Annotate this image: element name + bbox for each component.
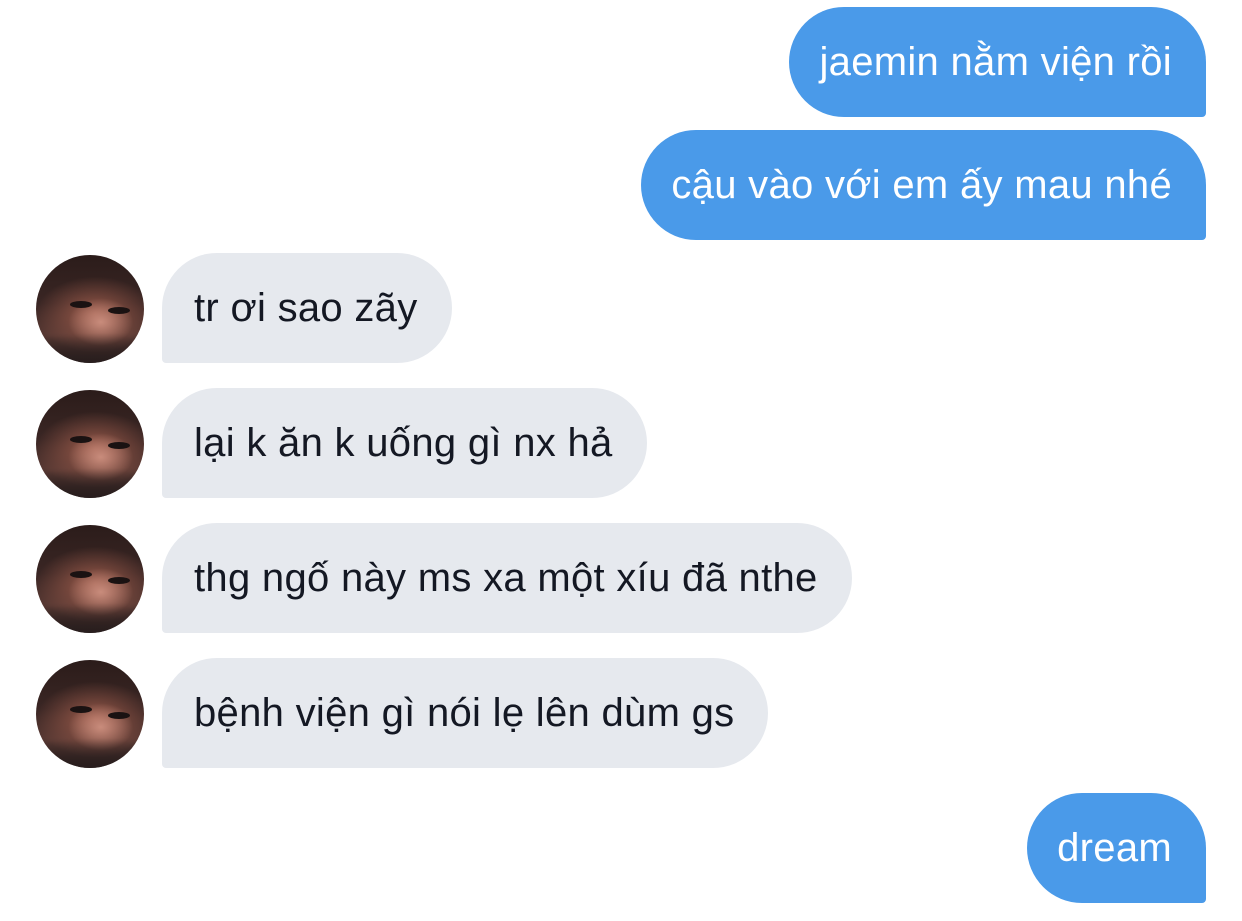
avatar[interactable]	[36, 525, 144, 633]
message-bubble-sent[interactable]: jaemin nằm viện rồi	[789, 7, 1206, 117]
message-bubble-sent[interactable]: cậu vào với em ấy mau nhé	[641, 130, 1206, 240]
message-text: bệnh viện gì nói lẹ lên dùm gs	[194, 690, 735, 735]
message-bubble-sent[interactable]: dream	[1027, 793, 1206, 903]
message-text: jaemin nằm viện rồi	[819, 39, 1172, 84]
message-bubble-received[interactable]: lại k ăn k uống gì nx hả	[162, 388, 647, 498]
avatar[interactable]	[36, 660, 144, 768]
message-text: tr ơi sao zãy	[194, 285, 418, 330]
message-bubble-received[interactable]: thg ngố này ms xa một xíu đã nthe	[162, 523, 852, 633]
message-bubble-received[interactable]: tr ơi sao zãy	[162, 253, 452, 363]
avatar[interactable]	[36, 255, 144, 363]
avatar[interactable]	[36, 390, 144, 498]
message-text: thg ngố này ms xa một xíu đã nthe	[194, 555, 818, 600]
message-text: cậu vào với em ấy mau nhé	[671, 162, 1172, 207]
message-text: dream	[1057, 825, 1172, 870]
message-bubble-received[interactable]: bệnh viện gì nói lẹ lên dùm gs	[162, 658, 769, 768]
message-text: lại k ăn k uống gì nx hả	[194, 420, 613, 465]
